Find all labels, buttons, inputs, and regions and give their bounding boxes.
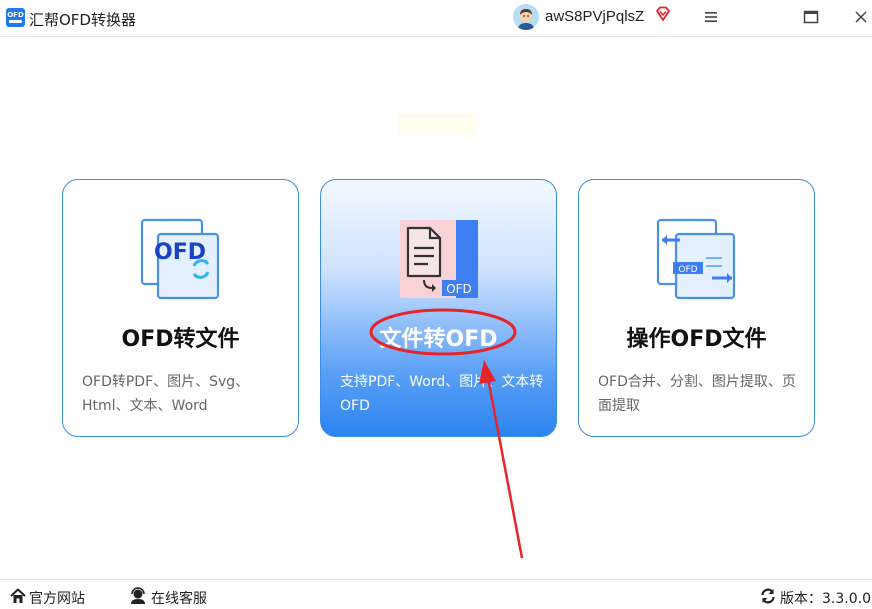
user-avatar[interactable] xyxy=(513,4,539,30)
card-title: 文件转OFD xyxy=(379,327,498,352)
vip-diamond-icon[interactable] xyxy=(654,5,672,23)
card-title: OFD转文件 xyxy=(121,327,240,352)
footer-bar: 官方网站 在线客服 版本：3.3.0.0 xyxy=(0,579,872,609)
service-link[interactable]: 在线客服 xyxy=(151,588,207,608)
faint-banner xyxy=(398,114,476,136)
app-title: 汇帮OFD转换器 xyxy=(29,11,136,29)
app-logo-icon: OFD xyxy=(6,8,25,27)
card-desc: OFD转PDF、图片、Svg、Html、文本、Word xyxy=(82,374,250,414)
card-title: 操作OFD文件 xyxy=(626,327,767,352)
refresh-icon[interactable] xyxy=(759,587,777,605)
home-icon[interactable] xyxy=(9,587,27,605)
ofd-operate-icon-text: OFD xyxy=(678,265,697,275)
menu-icon[interactable] xyxy=(700,6,722,28)
app-logo-text: OFD xyxy=(7,11,24,19)
version-label: 版本：3.3.0.0 xyxy=(780,591,871,607)
card-ofd-operate[interactable]: OFD 操作OFD文件 OFD合并、分割、图片提取、页面提取 xyxy=(578,179,815,437)
website-link[interactable]: 官方网站 xyxy=(29,588,85,608)
file-to-ofd-icon-text: OFD xyxy=(446,282,472,296)
card-ofd-to-file[interactable]: OFD OFD转文件 OFD转PDF、图片、Svg、Html、文本、Word xyxy=(62,179,299,437)
customer-service-icon[interactable] xyxy=(129,587,147,605)
username[interactable]: awS8PVjPqlsZ xyxy=(545,8,644,25)
maximize-icon[interactable] xyxy=(800,6,822,28)
ofd-to-file-icon: OFD xyxy=(140,218,220,300)
file-to-ofd-icon: OFD xyxy=(400,220,478,298)
ofd-operate-icon: OFD xyxy=(656,218,736,300)
card-desc: OFD合并、分割、图片提取、页面提取 xyxy=(598,374,796,414)
title-bar: OFD 汇帮OFD转换器 awS8PVjPqlsZ xyxy=(0,0,872,37)
card-desc: 支持PDF、Word、图片、文本转OFD xyxy=(340,374,544,414)
card-file-to-ofd[interactable]: OFD 文件转OFD 支持PDF、Word、图片、文本转OFD xyxy=(320,179,557,437)
close-icon[interactable] xyxy=(850,6,872,28)
